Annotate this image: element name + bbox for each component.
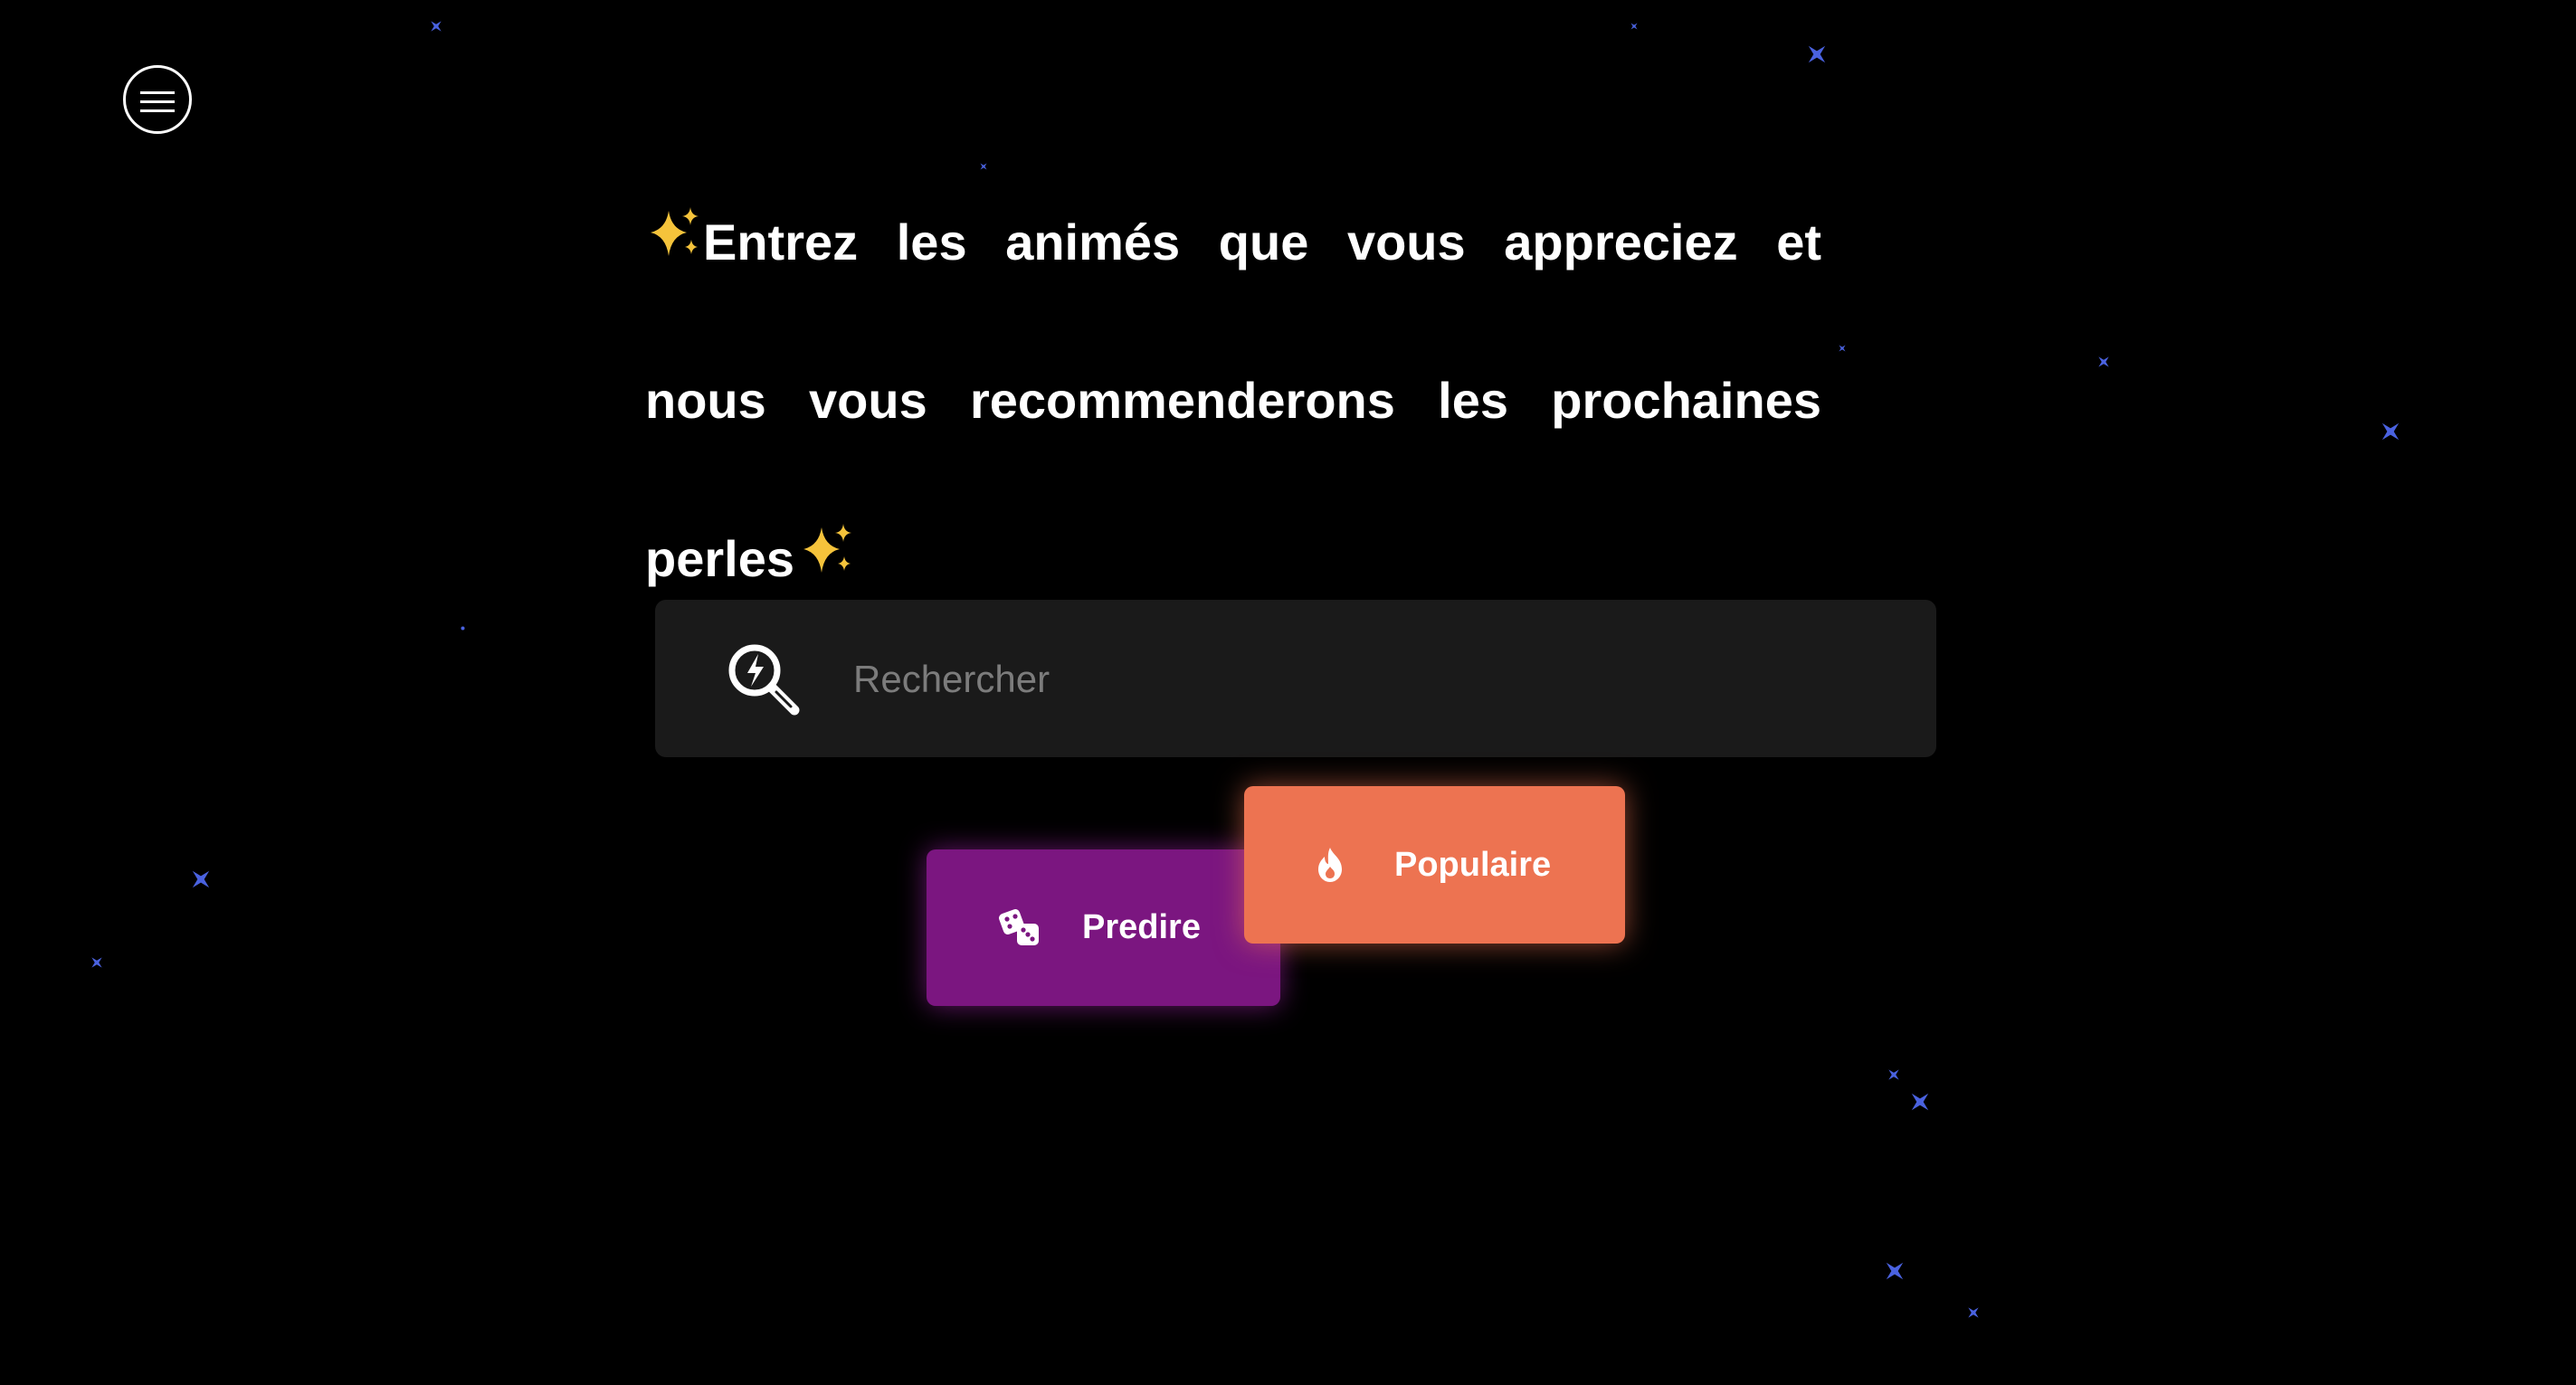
dice-icon xyxy=(999,908,1039,945)
star-icon xyxy=(2381,422,2400,441)
fire-icon xyxy=(1318,848,1342,882)
page: Entrez les animés que vous appreciez et … xyxy=(0,0,2576,1385)
star-icon xyxy=(1911,1093,1929,1111)
search-input[interactable] xyxy=(851,636,1896,723)
hamburger-menu-icon xyxy=(140,91,175,94)
sparkles-icon xyxy=(651,207,699,256)
star-icon xyxy=(1630,23,1638,30)
predict-button-label: Predire xyxy=(1082,908,1201,946)
star-icon xyxy=(431,21,442,32)
search-icon xyxy=(728,644,800,716)
heading-line-1: Entrez les animés que vous appreciez et xyxy=(645,163,1821,321)
predict-button[interactable]: Predire xyxy=(927,849,1280,1006)
popular-button[interactable]: Populaire xyxy=(1244,786,1625,944)
sparkles-icon xyxy=(803,524,851,573)
star-icon xyxy=(1808,45,1826,63)
star-icon xyxy=(461,626,465,631)
star-icon xyxy=(1968,1307,1979,1318)
heading-line-3-text: perles xyxy=(645,530,794,587)
search-box xyxy=(655,600,1936,757)
heading-line-1-text: Entrez les animés que vous appreciez et xyxy=(703,213,1821,270)
page-heading: Entrez les animés que vous appreciez et … xyxy=(645,163,1821,638)
star-icon xyxy=(91,957,102,968)
heading-line-2: nous vous recommenderons les prochaines xyxy=(645,372,1821,429)
star-icon xyxy=(2098,356,2109,367)
popular-button-label: Populaire xyxy=(1394,845,1552,884)
star-icon xyxy=(1886,1262,1904,1280)
star-icon xyxy=(1839,345,1846,352)
star-icon xyxy=(192,870,210,888)
star-icon xyxy=(1888,1069,1899,1080)
menu-button[interactable] xyxy=(123,65,192,134)
